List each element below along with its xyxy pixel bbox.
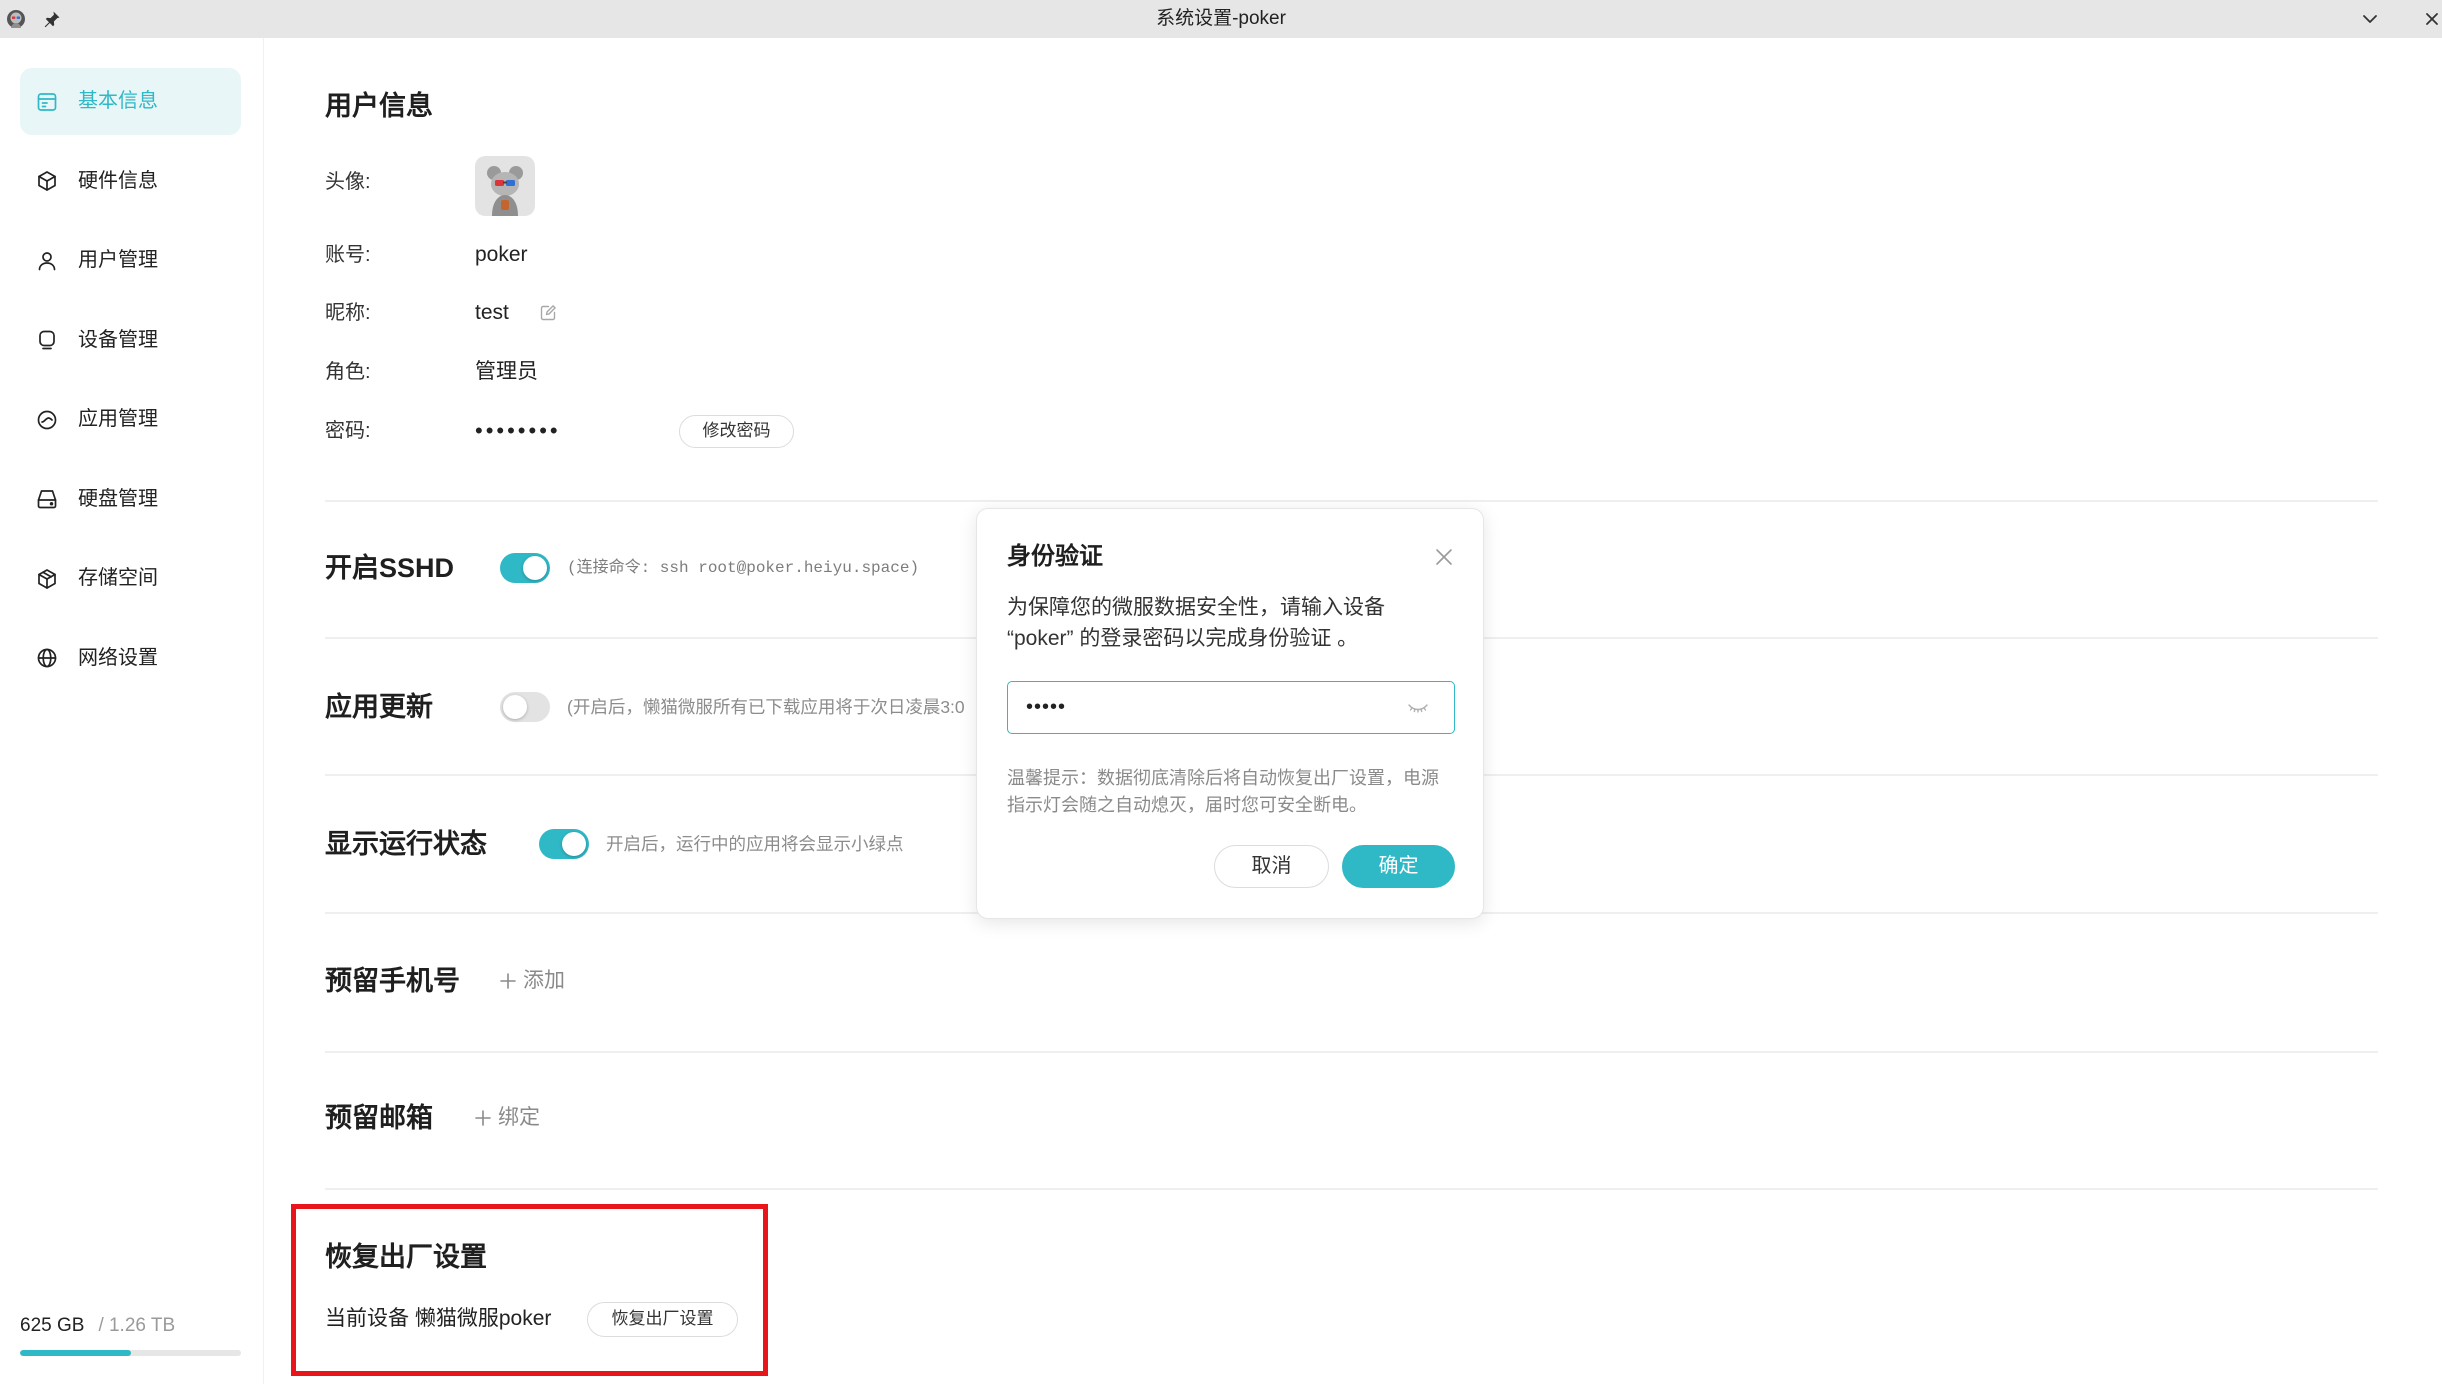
divider xyxy=(325,1188,2378,1190)
device-icon xyxy=(35,328,59,352)
plus-icon xyxy=(498,971,518,991)
sidebar-item-disk-management[interactable]: 硬盘管理 xyxy=(20,466,241,533)
sidebar-item-label: 硬盘管理 xyxy=(78,487,158,510)
password-row: 密码: •••••••• 修改密码 xyxy=(325,411,1125,451)
sidebar-item-user-management[interactable]: 用户管理 xyxy=(20,227,241,294)
avatar-row: 头像: xyxy=(325,156,1125,216)
dialog-title: 身份验证 xyxy=(1007,543,1103,570)
user-icon xyxy=(35,249,59,273)
highlight-box xyxy=(291,1204,768,1376)
sidebar-item-label: 用户管理 xyxy=(78,249,158,271)
storage-used: 625 GB xyxy=(20,1315,85,1336)
phone-title: 预留手机号 xyxy=(325,966,460,996)
plus-icon xyxy=(473,1108,493,1128)
sshd-toggle[interactable] xyxy=(500,553,550,583)
chevron-down-icon[interactable] xyxy=(2359,9,2381,29)
add-phone-label: 添加 xyxy=(523,969,565,992)
role-row: 角色: 管理员 xyxy=(325,352,1125,392)
sidebar-item-device-management[interactable]: 设备管理 xyxy=(20,307,241,374)
avatar[interactable] xyxy=(475,156,535,216)
running-status-toggle[interactable] xyxy=(539,829,589,859)
close-icon[interactable] xyxy=(1433,546,1455,568)
password-mask: •••••••• xyxy=(475,418,561,443)
cancel-button[interactable]: 取消 xyxy=(1214,845,1329,888)
sidebar-item-label: 网络设置 xyxy=(78,646,158,669)
dialog-message-line: 为保障您的微服数据安全性，请输入设备 xyxy=(1007,596,1385,619)
sidebar-item-network-settings[interactable]: 网络设置 xyxy=(20,625,241,692)
nickname-value: test xyxy=(475,301,509,324)
factory-reset-button[interactable]: 恢复出厂设置 xyxy=(587,1301,738,1337)
auth-dialog: 身份验证 为保障您的微服数据安全性，请输入设备 “poker” 的登录密码以完成… xyxy=(976,508,1484,919)
avatar-label: 头像: xyxy=(325,171,371,193)
bind-email-label: 绑定 xyxy=(498,1106,540,1129)
sidebar-item-hardware-info[interactable]: 硬件信息 xyxy=(20,148,241,215)
app-icon xyxy=(35,408,59,432)
sidebar-item-label: 基本信息 xyxy=(78,90,158,112)
dialog-hint-line: 指示灯会随之自动熄灭，届时您可安全断电。 xyxy=(1007,795,1367,815)
app-update-toggle[interactable] xyxy=(500,692,550,722)
account-row: 账号: poker xyxy=(325,235,1125,275)
app-update-hint: (开启后，懒猫微服所有已下载应用将于次日凌晨3:0 xyxy=(567,697,965,717)
sidebar-item-label: 存储空间 xyxy=(78,567,158,589)
sidebar-nav: 基本信息 硬件信息 用户管理 设备管理 应用管理 硬盘管理 存储空间 网络设置 xyxy=(0,38,263,692)
divider xyxy=(325,500,2378,502)
edit-icon[interactable] xyxy=(539,304,557,322)
storage-total: / 1.26 TB xyxy=(98,1315,176,1336)
sidebar-item-label: 应用管理 xyxy=(78,408,158,430)
dialog-message: 为保障您的微服数据安全性，请输入设备 “poker” 的登录密码以完成身份验证 … xyxy=(1007,592,1455,654)
cube-icon xyxy=(35,169,59,193)
dialog-hint: 温馨提示：数据彻底清除后将自动恢复出厂设置，电源 指示灯会随之自动熄灭，届时您可… xyxy=(1007,765,1455,819)
globe-icon xyxy=(35,646,59,670)
storage-usage-fill xyxy=(20,1350,131,1356)
role-label: 角色: xyxy=(325,361,371,383)
close-icon[interactable] xyxy=(2424,10,2440,28)
sshd-title: 开启SSHD xyxy=(325,553,455,583)
storage-usage-bar xyxy=(20,1350,241,1356)
info-card-icon xyxy=(35,90,59,114)
title-bar: 系统设置-poker xyxy=(0,0,2442,38)
storage-box-icon xyxy=(35,567,59,591)
sidebar-item-app-management[interactable]: 应用管理 xyxy=(20,386,241,453)
change-password-button[interactable]: 修改密码 xyxy=(679,414,794,448)
factory-reset-title: 恢复出厂设置 xyxy=(325,1242,487,1272)
password-input-wrapper xyxy=(1007,681,1455,734)
divider xyxy=(325,1051,2378,1053)
bind-email-button[interactable]: 绑定 xyxy=(473,1093,553,1143)
sidebar-item-storage-space[interactable]: 存储空间 xyxy=(20,545,241,612)
factory-reset-row: 当前设备 懒猫微服poker 恢复出厂设置 xyxy=(325,1299,765,1339)
sidebar-item-label: 硬件信息 xyxy=(78,169,158,192)
confirm-button[interactable]: 确定 xyxy=(1342,845,1455,888)
nickname-row: 昵称: test xyxy=(325,293,1125,333)
window-title: 系统设置-poker xyxy=(1156,8,1286,29)
user-info-title: 用户信息 xyxy=(325,91,433,121)
sshd-hint: (连接命令: ssh root@poker.heiyu.space) xyxy=(567,559,920,577)
add-phone-button[interactable]: 添加 xyxy=(498,956,578,1006)
app-update-title: 应用更新 xyxy=(325,692,433,722)
account-value: poker xyxy=(475,243,528,266)
eye-closed-icon[interactable] xyxy=(1406,696,1430,720)
phone-row: 预留手机号 添加 xyxy=(325,956,2378,1006)
dialog-hint-line: 温馨提示：数据彻底清除后将自动恢复出厂设置，电源 xyxy=(1007,768,1439,788)
email-row: 预留邮箱 绑定 xyxy=(325,1093,2378,1143)
email-title: 预留邮箱 xyxy=(325,1103,433,1133)
nickname-label: 昵称: xyxy=(325,302,371,324)
running-status-title: 显示运行状态 xyxy=(325,829,487,859)
storage-summary: 625 GB / 1.26 TB xyxy=(20,1312,175,1340)
disk-icon xyxy=(35,487,59,511)
sidebar: 基本信息 硬件信息 用户管理 设备管理 应用管理 硬盘管理 存储空间 网络设置 xyxy=(0,38,264,1384)
role-value: 管理员 xyxy=(475,360,538,383)
dialog-message-line: “poker” 的登录密码以完成身份验证 。 xyxy=(1007,627,1359,650)
sidebar-item-basic-info[interactable]: 基本信息 xyxy=(20,68,241,135)
current-device-label: 当前设备 懒猫微服poker xyxy=(325,1307,552,1330)
running-status-hint: 开启后，运行中的应用将会显示小绿点 xyxy=(606,834,904,854)
password-label: 密码: xyxy=(325,420,371,442)
account-label: 账号: xyxy=(325,244,371,266)
sidebar-item-label: 设备管理 xyxy=(78,328,158,351)
password-input[interactable] xyxy=(1008,682,1388,733)
